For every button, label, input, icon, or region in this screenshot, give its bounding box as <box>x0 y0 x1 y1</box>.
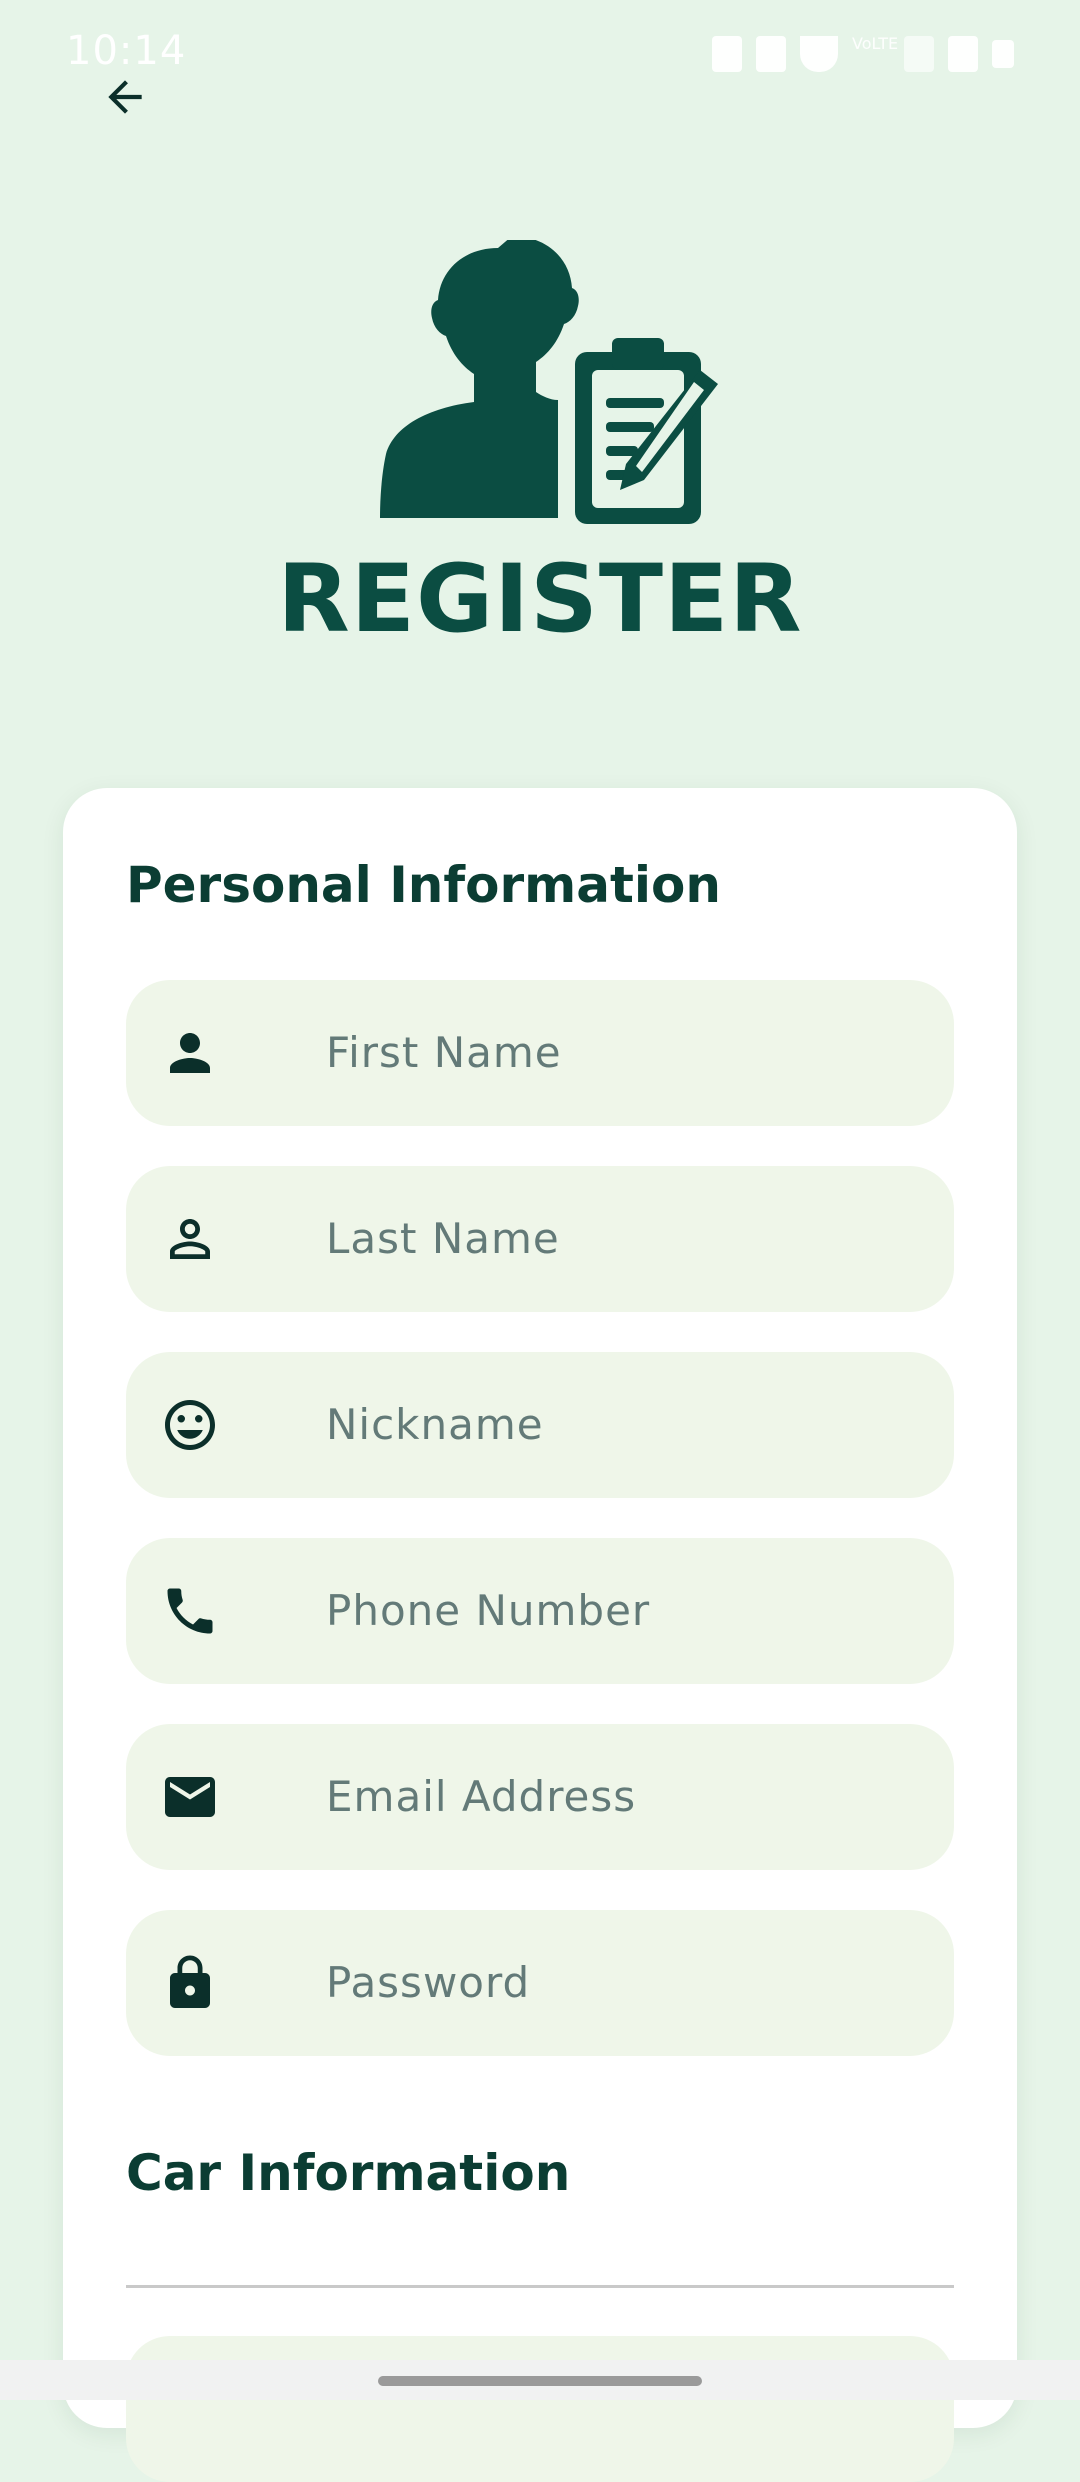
page-title: REGISTER <box>277 545 803 654</box>
navigation-bar <box>0 2360 1080 2400</box>
email-placeholder: Email Address <box>326 1772 637 1821</box>
signal-icon-2 <box>948 36 978 72</box>
wifi-icon <box>800 36 838 72</box>
car-field-partial[interactable] <box>126 2336 954 2482</box>
register-form-card: Personal Information First Name Last Nam… <box>63 788 1017 2482</box>
back-button[interactable] <box>90 62 160 132</box>
lock-icon <box>170 1955 210 2008</box>
battery-saver-icon <box>712 36 742 72</box>
first-name-placeholder: First Name <box>326 1028 562 1077</box>
arrow-left-icon <box>108 80 142 114</box>
car-info-heading: Car Information <box>126 2144 571 2202</box>
phone-number-placeholder: Phone Number <box>326 1586 651 1635</box>
email-field[interactable]: Email Address <box>126 1724 954 1870</box>
mail-icon <box>165 1777 215 1817</box>
nickname-placeholder: Nickname <box>326 1400 544 1449</box>
personal-info-heading: Personal Information <box>126 856 721 914</box>
phone-icon <box>167 1588 213 1634</box>
password-field[interactable]: Password <box>126 1910 954 2056</box>
person-icon <box>170 1033 210 1073</box>
last-name-field[interactable]: Last Name <box>126 1166 954 1312</box>
volte-label: VoLTE <box>852 34 899 53</box>
divider <box>126 2285 954 2288</box>
status-bar: 10:14 VoLTE <box>0 0 1080 110</box>
hero: REGISTER <box>0 240 1080 654</box>
first-name-field[interactable]: First Name <box>126 980 954 1126</box>
password-placeholder: Password <box>326 1958 531 2007</box>
phone-number-field[interactable]: Phone Number <box>126 1538 954 1684</box>
mute-icon <box>756 36 786 72</box>
signal-icon <box>904 36 934 72</box>
smiley-icon <box>165 1400 215 1450</box>
person-outline-icon <box>170 1219 210 1259</box>
battery-icon <box>992 40 1014 68</box>
status-icons: VoLTE <box>712 36 1014 72</box>
nickname-field[interactable]: Nickname <box>126 1352 954 1498</box>
last-name-placeholder: Last Name <box>326 1214 560 1263</box>
home-gesture-handle[interactable] <box>378 2376 702 2386</box>
person-clipboard-icon <box>380 240 718 524</box>
